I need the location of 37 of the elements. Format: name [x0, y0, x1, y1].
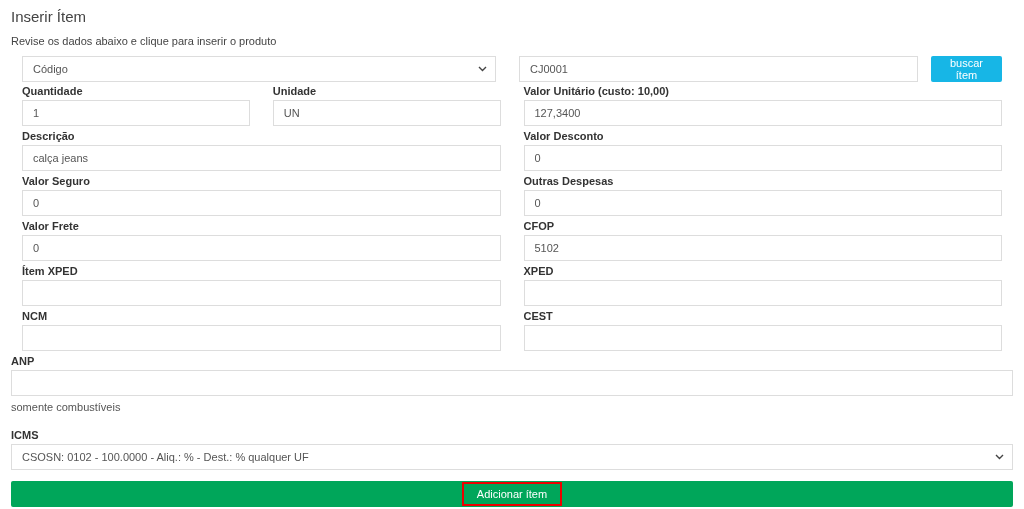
input-field[interactable]: 5102 — [523, 235, 1002, 261]
input-field[interactable] — [22, 280, 501, 306]
field-label: Valor Frete — [22, 219, 80, 234]
field-label: XPED — [523, 264, 555, 279]
field-label: Quantidade — [22, 84, 84, 99]
field-label: Valor Seguro — [22, 174, 91, 189]
field-label: ANP — [11, 354, 36, 369]
code-input-field[interactable]: CJ0001 — [519, 56, 918, 82]
input-field[interactable]: 0 — [523, 190, 1002, 216]
field-label: Descrição — [22, 129, 76, 144]
field-label: CFOP — [523, 219, 556, 234]
input-field[interactable]: 1 — [22, 100, 250, 126]
field-label: Valor Unitário (custo: 10,00) — [523, 84, 670, 99]
input-field[interactable] — [523, 325, 1002, 351]
dropdown[interactable]: Código — [22, 56, 496, 82]
input-field[interactable]: 127,3400 — [523, 100, 1002, 126]
form-subtitle: Revise os dados abaixo e clique para inserir o produto — [11, 34, 278, 48]
field-label: Valor Desconto — [523, 129, 605, 144]
input-field[interactable] — [11, 370, 1013, 396]
field-label: ICMS — [11, 428, 40, 443]
form-title: Inserir Ítem — [11, 7, 87, 27]
dropdown[interactable]: CSOSN: 0102 - 100.0000 - Aliq.: % - Dest.: % qualquer UF — [11, 444, 1013, 470]
input-field[interactable] — [523, 280, 1002, 306]
field-label: Ítem XPED — [22, 264, 79, 279]
input-field[interactable] — [22, 325, 501, 351]
input-field[interactable]: UN — [272, 100, 501, 126]
field-label: NCM — [22, 309, 49, 324]
help-text: somente combustíveis — [11, 400, 122, 414]
chevron-icon — [478, 66, 487, 72]
input-field[interactable]: 0 — [22, 190, 501, 216]
input-field[interactable]: 0 — [523, 145, 1002, 171]
input-field[interactable]: 0 — [22, 235, 501, 261]
field-label: Unidade — [272, 84, 318, 99]
chevron-icon — [995, 454, 1004, 460]
field-label: CEST — [523, 309, 554, 324]
input-field[interactable]: calça jeans — [22, 145, 501, 171]
field-label: Outras Despesas — [523, 174, 615, 189]
